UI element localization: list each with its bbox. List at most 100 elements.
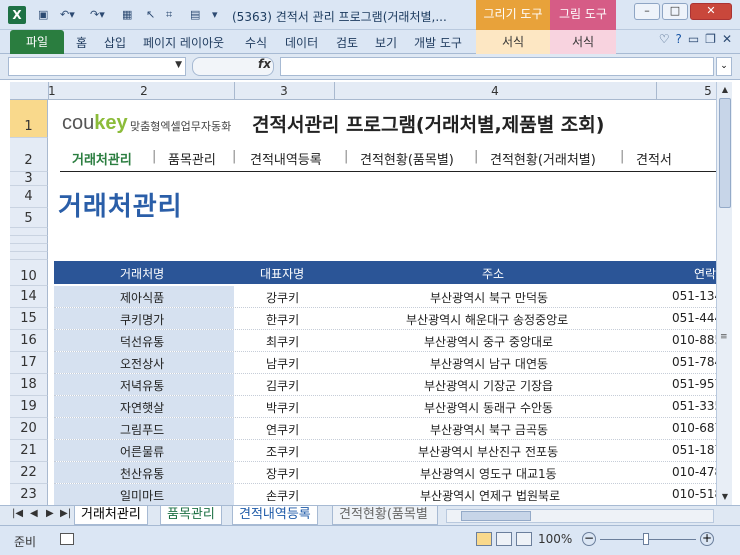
cell-address[interactable]: 부산광역시 중구 중앙대로 xyxy=(424,333,553,350)
cell-address[interactable]: 부산광역시 해운대구 송정중앙로 xyxy=(406,311,568,328)
close-workbook-icon[interactable]: ✕ xyxy=(722,32,732,46)
form-icon[interactable]: ▤ xyxy=(190,8,200,21)
cell-customer[interactable]: 자연햇살 xyxy=(120,399,164,416)
table-row[interactable]: 일미마트 손쿠키 부산광역시 연제구 법원북로 010-518 xyxy=(54,484,716,505)
tab-home[interactable]: 홈 xyxy=(76,34,87,51)
row-header[interactable]: 17 xyxy=(10,352,48,374)
chevron-up-icon[interactable]: ♡ xyxy=(659,32,670,46)
name-box[interactable]: ▼ xyxy=(8,57,186,76)
horizontal-scrollbar[interactable] xyxy=(446,509,714,523)
table-row[interactable]: 천산유통 장쿠키 부산광역시 영도구 대교1동 010-478 xyxy=(54,462,716,484)
pointer-icon[interactable]: ↖ xyxy=(146,8,155,21)
row-header[interactable]: 3 xyxy=(10,172,48,186)
nav-quote-status-item[interactable]: 견적현황(품목별) xyxy=(360,149,454,168)
zoom-out-icon[interactable]: − xyxy=(582,532,596,546)
cell-representative[interactable]: 장쿠키 xyxy=(266,465,299,482)
chevron-down-icon[interactable]: ▼ xyxy=(175,60,182,70)
row-header-hidden[interactable] xyxy=(10,252,48,260)
prev-sheet-icon[interactable]: ◀ xyxy=(30,508,38,519)
nav-item-management[interactable]: 품목관리 xyxy=(168,149,216,168)
normal-view-icon[interactable] xyxy=(476,532,492,546)
insert-function-icon[interactable]: fx xyxy=(258,57,271,71)
row-header[interactable]: 20 xyxy=(10,418,48,440)
worksheet-grid[interactable]: 1 2 3 4 5 1 2 3 4 5 10 14 15 16 17 18 19… xyxy=(10,82,716,505)
table-row[interactable]: 자연햇살 박쿠키 부산광역시 동래구 수안동 051-335 xyxy=(54,396,716,418)
cell-address[interactable]: 부산광역시 기장군 기장읍 xyxy=(424,377,553,394)
row-header[interactable]: 15 xyxy=(10,308,48,330)
column-header[interactable]: 3 xyxy=(234,84,334,98)
minimize-icon[interactable]: – xyxy=(634,3,660,20)
page-layout-view-icon[interactable] xyxy=(496,532,512,546)
split-grip-icon[interactable]: ≡ xyxy=(720,332,728,342)
cell-address[interactable]: 부산광역시 동래구 수안동 xyxy=(424,399,553,416)
table-row[interactable]: 오전상사 남쿠키 부산광역시 남구 대연동 051-784 xyxy=(54,352,716,374)
table-row[interactable]: 덕선유통 최쿠키 부산광역시 중구 중앙대로 010-885 xyxy=(54,330,716,352)
tab-format-drawing[interactable]: 서식 xyxy=(476,30,550,54)
cell-contact[interactable]: 051-784 xyxy=(672,355,716,369)
scroll-thumb[interactable] xyxy=(719,98,731,208)
tab-review[interactable]: 검토 xyxy=(336,34,358,51)
cell-representative[interactable]: 김쿠키 xyxy=(266,377,299,394)
cell-address[interactable]: 부산광역시 부산진구 전포동 xyxy=(418,443,558,460)
nav-quote-status-customer[interactable]: 견적현황(거래처별) xyxy=(490,149,596,168)
vertical-scrollbar[interactable]: ▲ ≡ ▼ xyxy=(716,82,732,505)
restore-window-icon[interactable]: ❐ xyxy=(705,32,716,46)
row-header-hidden[interactable] xyxy=(10,228,48,236)
cell-contact[interactable]: 051-187 xyxy=(672,443,716,457)
cell-contact[interactable]: 010-885 xyxy=(672,333,716,347)
row-header[interactable]: 14 xyxy=(10,286,48,308)
help-icon[interactable]: ? xyxy=(675,32,681,46)
header-address[interactable]: 주소 xyxy=(482,265,504,282)
cell-customer[interactable]: 그림푸드 xyxy=(120,421,164,438)
row-header[interactable]: 2 xyxy=(10,138,48,172)
column-header[interactable]: 2 xyxy=(54,84,234,98)
cell-representative[interactable]: 강쿠키 xyxy=(266,289,299,306)
table-row[interactable]: 어른물류 조쿠키 부산광역시 부산진구 전포동 051-187 xyxy=(54,440,716,462)
row-header[interactable]: 10 xyxy=(10,260,48,286)
tab-view[interactable]: 보기 xyxy=(375,34,397,51)
zoom-in-icon[interactable]: + xyxy=(700,532,714,546)
sheet-tab-customers[interactable]: 거래처관리 xyxy=(74,506,148,525)
grid-icon[interactable]: ▦ xyxy=(122,8,132,21)
cell-address[interactable]: 부산광역시 북구 금곡동 xyxy=(430,421,548,438)
cell-representative[interactable]: 박쿠키 xyxy=(266,399,299,416)
scroll-down-icon[interactable]: ▼ xyxy=(717,489,733,505)
format-painter-icon[interactable]: ⌗ xyxy=(166,8,172,22)
nav-quote-entry[interactable]: 견적내역등록 xyxy=(250,149,322,168)
cell-contact[interactable]: 010-478 xyxy=(672,465,716,479)
cell-customer[interactable]: 천산유통 xyxy=(120,465,164,482)
cell-representative[interactable]: 연쿠키 xyxy=(266,421,299,438)
tab-formulas[interactable]: 수식 xyxy=(245,34,267,51)
cell-contact[interactable]: 010-518 xyxy=(672,487,716,501)
cell-representative[interactable]: 최쿠키 xyxy=(266,333,299,350)
redo-icon[interactable]: ↷▾ xyxy=(90,8,105,21)
header-representative[interactable]: 대표자명 xyxy=(260,265,304,282)
tab-format-picture[interactable]: 서식 xyxy=(550,30,616,54)
cell-contact[interactable]: 051-134 xyxy=(672,289,716,303)
hscroll-thumb[interactable] xyxy=(461,511,531,521)
column-header[interactable]: 4 xyxy=(334,84,656,98)
customize-qat-icon[interactable]: ▾ xyxy=(212,8,218,21)
cell-contact[interactable]: 010-687 xyxy=(672,421,716,435)
cell-representative[interactable]: 조쿠키 xyxy=(266,443,299,460)
row-header[interactable]: 19 xyxy=(10,396,48,418)
nav-customer-management[interactable]: 거래처관리 xyxy=(72,149,132,168)
cell-customer[interactable]: 오전상사 xyxy=(120,355,164,372)
row-header[interactable]: 22 xyxy=(10,462,48,484)
cell-address[interactable]: 부산광역시 영도구 대교1동 xyxy=(420,465,557,482)
row-header-hidden[interactable] xyxy=(10,244,48,252)
row-header[interactable]: 4 xyxy=(10,186,48,208)
header-customer-name[interactable]: 거래처명 xyxy=(120,265,164,282)
restore-icon[interactable]: □ xyxy=(662,3,688,20)
save-icon[interactable]: ▣ xyxy=(38,8,48,21)
row-header[interactable]: 18 xyxy=(10,374,48,396)
cell-address[interactable]: 부산광역시 연제구 법원북로 xyxy=(420,487,560,504)
excel-icon[interactable]: X xyxy=(8,6,26,24)
row-header[interactable]: 23 xyxy=(10,484,48,505)
row-header-hidden[interactable] xyxy=(10,236,48,244)
close-icon[interactable]: ✕ xyxy=(690,3,732,20)
first-sheet-icon[interactable]: |◀ xyxy=(12,508,23,519)
cell-address[interactable]: 부산광역시 북구 만덕동 xyxy=(430,289,548,306)
row-header[interactable]: 1 xyxy=(10,100,48,138)
cell-representative[interactable]: 남쿠키 xyxy=(266,355,299,372)
